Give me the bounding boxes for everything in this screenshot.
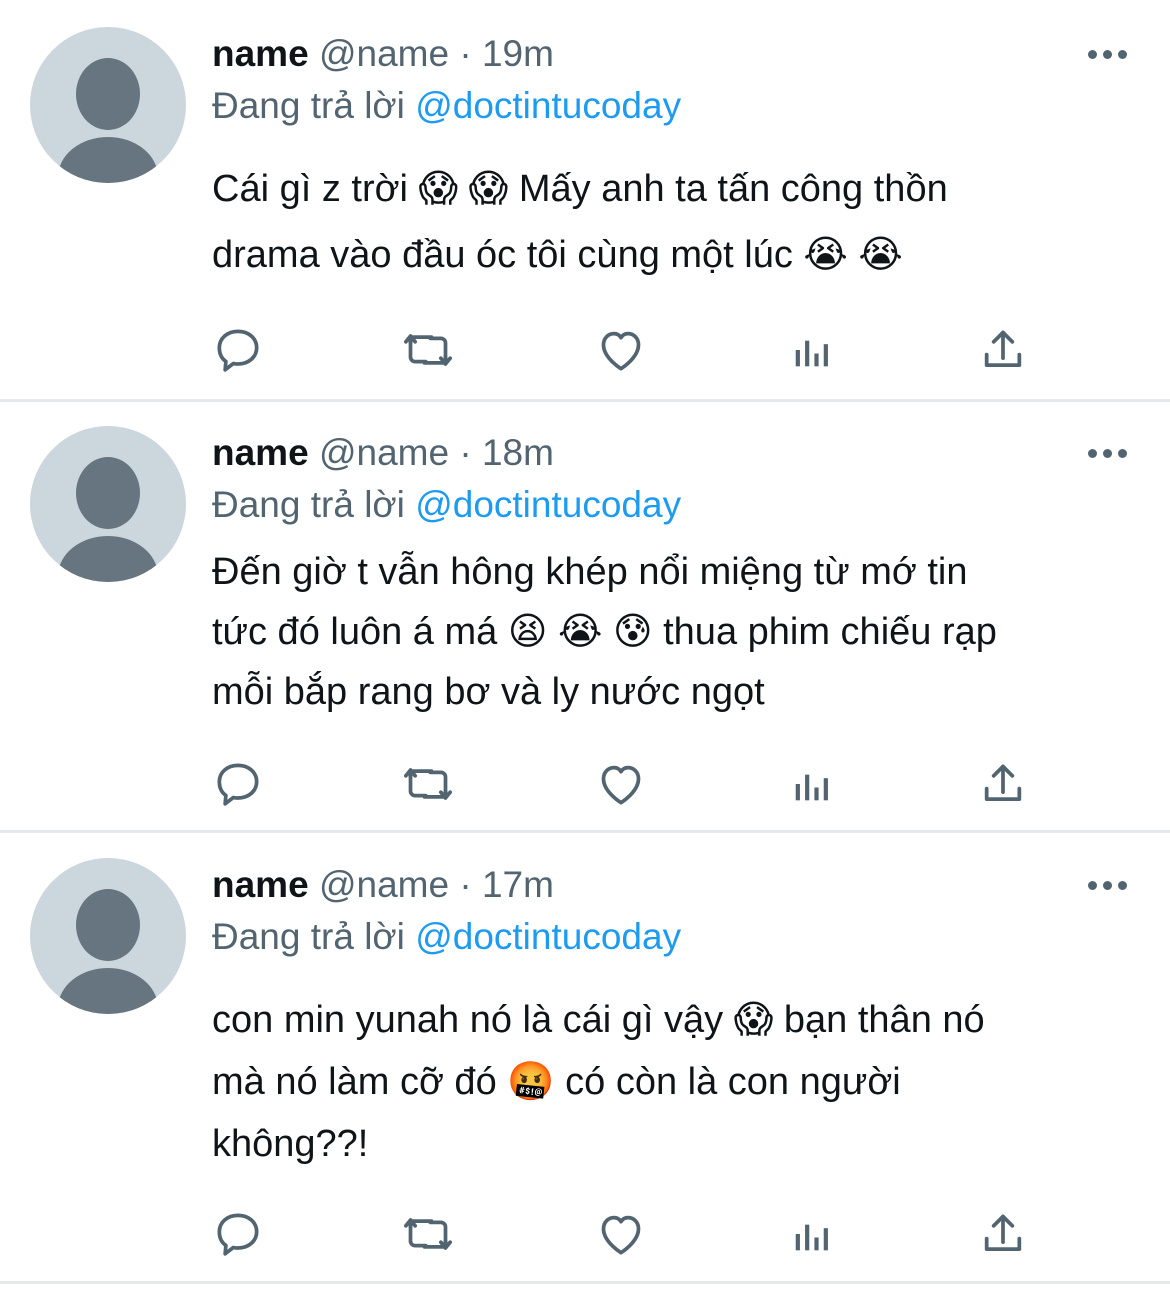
replying-to-label: Đang trả lời — [212, 916, 405, 957]
replying-to-label: Đang trả lời — [212, 85, 405, 126]
tweet-text: Đến giờ t vẫn hông khép nổi miệng từ mớ … — [212, 542, 1132, 722]
display-name[interactable]: name — [212, 432, 309, 473]
tweet-text-line: không??! — [212, 1123, 369, 1165]
tweet-feed: name @name · 19m Đang trả lời @doctintuc… — [0, 0, 1170, 1298]
separator-dot: · — [459, 33, 472, 74]
views-icon[interactable] — [785, 756, 841, 812]
tweet[interactable]: name @name · 19m Đang trả lời @doctintuc… — [0, 0, 1170, 400]
tweet-divider — [0, 1281, 1170, 1284]
avatar[interactable] — [30, 426, 186, 582]
tweet-header: name @name · 17m — [212, 863, 554, 907]
reply-icon[interactable] — [210, 1206, 266, 1262]
tweet-text-line: tức đó luôn á má 😫 😭 😰 thua phim chiếu r… — [212, 611, 997, 653]
user-handle[interactable]: @name — [319, 864, 449, 905]
more-dots-icon[interactable] — [1088, 446, 1128, 460]
reply-icon[interactable] — [210, 322, 266, 378]
tweet-text-line: Cái gì z trời 😱 😱 Mấy anh ta tấn công th… — [212, 168, 948, 210]
tweet-text: con min yunah nó là cái gì vậy 😱 bạn thâ… — [212, 989, 1132, 1175]
tweet-text-line: Đến giờ t vẫn hông khép nổi miệng từ mớ … — [212, 551, 968, 593]
tweet-actions — [0, 756, 1170, 812]
display-name[interactable]: name — [212, 33, 309, 74]
share-icon[interactable] — [975, 1206, 1031, 1262]
views-icon[interactable] — [785, 1206, 841, 1262]
more-dots-icon[interactable] — [1088, 47, 1128, 61]
like-icon[interactable] — [593, 322, 649, 378]
timestamp[interactable]: 17m — [482, 864, 554, 905]
retweet-icon[interactable] — [400, 322, 456, 378]
replying-to: Đang trả lời @doctintucoday — [212, 915, 681, 959]
tweet-text-line: con min yunah nó là cái gì vậy 😱 bạn thâ… — [212, 999, 985, 1041]
replying-to: Đang trả lời @doctintucoday — [212, 84, 681, 128]
share-icon[interactable] — [975, 322, 1031, 378]
like-icon[interactable] — [593, 1206, 649, 1262]
views-icon[interactable] — [785, 322, 841, 378]
replying-to-mention[interactable]: @doctintucoday — [415, 85, 681, 126]
tweet-text-line: mỗi bắp rang bơ và ly nước ngọt — [212, 671, 765, 713]
avatar-placeholder-icon — [76, 457, 140, 529]
avatar[interactable] — [30, 27, 186, 183]
reply-icon[interactable] — [210, 756, 266, 812]
retweet-icon[interactable] — [400, 756, 456, 812]
avatar[interactable] — [30, 858, 186, 1014]
tweet-text: Cái gì z trời 😱 😱 Mấy anh ta tấn công th… — [212, 156, 1132, 288]
separator-dot: · — [459, 432, 472, 473]
replying-to-mention[interactable]: @doctintucoday — [415, 484, 681, 525]
user-handle[interactable]: @name — [319, 33, 449, 74]
separator-dot: · — [459, 864, 472, 905]
like-icon[interactable] — [593, 756, 649, 812]
retweet-icon[interactable] — [400, 1206, 456, 1262]
tweet-actions — [0, 322, 1170, 378]
more-dots-icon[interactable] — [1088, 878, 1128, 892]
tweet-text-line: mà nó làm cỡ đó 🤬 có còn là con người — [212, 1061, 901, 1103]
tweet-text-line: drama vào đầu óc tôi cùng một lúc 😭 😭 — [212, 234, 903, 276]
display-name[interactable]: name — [212, 864, 309, 905]
share-icon[interactable] — [975, 756, 1031, 812]
replying-to-mention[interactable]: @doctintucoday — [415, 916, 681, 957]
tweet-header: name @name · 19m — [212, 32, 554, 76]
avatar-placeholder-icon — [76, 889, 140, 961]
user-handle[interactable]: @name — [319, 432, 449, 473]
tweet-actions — [0, 1206, 1170, 1262]
timestamp[interactable]: 19m — [482, 33, 554, 74]
replying-to-label: Đang trả lời — [212, 484, 405, 525]
avatar-placeholder-icon — [76, 58, 140, 130]
tweet[interactable]: name @name · 17m Đang trả lời @doctintuc… — [0, 833, 1170, 1283]
tweet-header: name @name · 18m — [212, 431, 554, 475]
timestamp[interactable]: 18m — [482, 432, 554, 473]
replying-to: Đang trả lời @doctintucoday — [212, 483, 681, 527]
tweet[interactable]: name @name · 18m Đang trả lời @doctintuc… — [0, 402, 1170, 832]
